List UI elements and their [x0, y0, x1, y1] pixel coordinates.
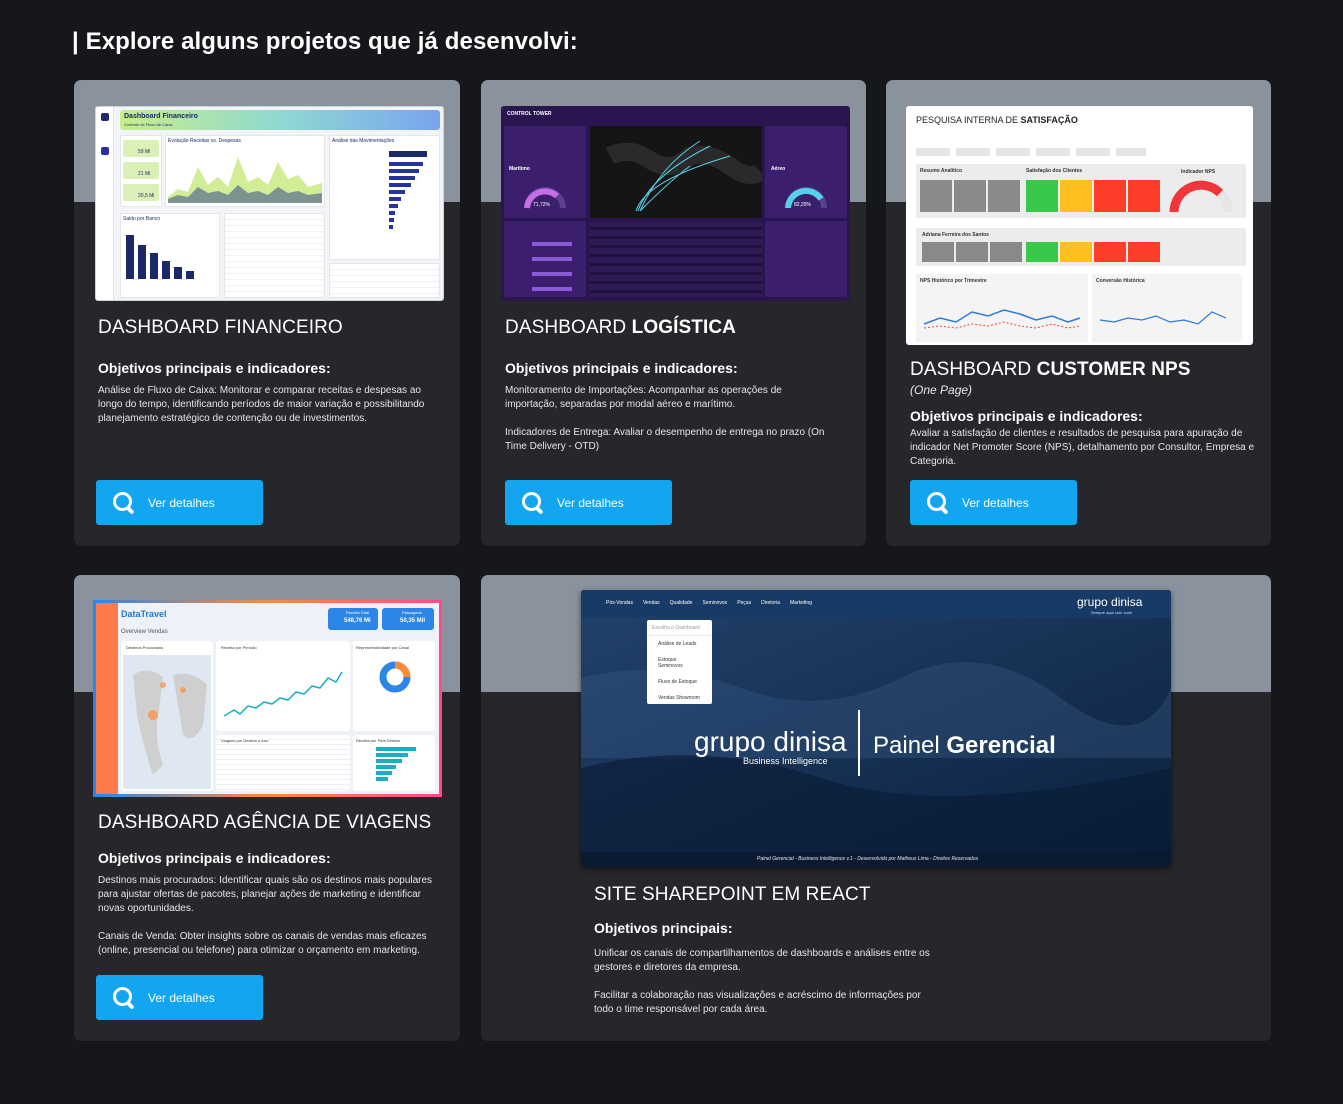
objectives-heading: Objetivos principais: — [594, 920, 733, 936]
project-card-viagens: DataTravel Overview Vendas Receita Total… — [74, 575, 460, 1041]
world-map — [605, 140, 762, 212]
project-title: DASHBOARD AGÊNCIA DE VIAGENS — [98, 812, 432, 833]
project-description: Avaliar a satisfação de clientes e resul… — [910, 428, 1255, 467]
menu-item-vendas-showroom[interactable]: Vendas Showroom — [647, 690, 712, 706]
project-description: Análise de Fluxo de Caixa: Monitorar e c… — [98, 385, 425, 424]
project-description: Destinos mais procurados: Identificar qu… — [98, 875, 433, 914]
nav-qualidade[interactable]: Qualidade — [670, 600, 693, 606]
project-card-logistica: CONTROL TOWER Marítimo 71,72% Aéreo 82,2… — [481, 80, 866, 546]
objectives-heading: Objetivos principais e indicadores: — [98, 360, 331, 376]
menu-item-fluxo-estoque[interactable]: Fluxo de Estoque — [647, 674, 712, 690]
nav-diretoria[interactable]: Diretoria — [761, 600, 780, 606]
nav-pecas[interactable]: Peças — [737, 600, 751, 606]
menu-item-analise-leads[interactable]: Análise de Leads — [647, 636, 712, 652]
sharepoint-logo: grupo dinisa — [1077, 595, 1143, 609]
ver-detalhes-button[interactable]: Ver detalhes — [96, 480, 263, 525]
viagens-screenshot: DataTravel Overview Vendas Receita Total… — [93, 600, 442, 797]
ver-detalhes-button[interactable]: Ver detalhes — [505, 480, 672, 525]
objectives-heading: Objetivos principais e indicadores: — [505, 360, 738, 376]
project-title: DASHBOARD CUSTOMER NPS — [910, 359, 1191, 380]
project-description-2: Canais de Venda: Obter insights sobre os… — [98, 931, 427, 956]
map — [123, 655, 211, 789]
objectives-heading: Objetivos principais e indicadores: — [98, 850, 331, 866]
project-card-nps: PESQUISA INTERNA DE SATISFAÇÃO Resumo An… — [886, 80, 1271, 546]
logistica-screenshot: CONTROL TOWER Marítimo 71,72% Aéreo 82,2… — [501, 106, 850, 301]
hero-logo: grupo dinisa — [694, 726, 847, 757]
sharepoint-nav: Pós-Vendas Vendas Qualidade Seminovos Pe… — [606, 600, 812, 606]
nps-screenshot: PESQUISA INTERNA DE SATISFAÇÃO Resumo An… — [906, 106, 1253, 345]
nav-seminovos[interactable]: Seminovos — [702, 600, 727, 606]
project-title: DASHBOARD LOGÍSTICA — [505, 317, 736, 338]
nav-marketing[interactable]: Marketing — [790, 600, 812, 606]
project-subtitle: (One Page) — [910, 383, 973, 397]
nav-pos-vendas[interactable]: Pós-Vendas — [606, 600, 633, 606]
sharepoint-screenshot: Pós-Vendas Vendas Qualidade Seminovos Pe… — [581, 590, 1171, 867]
ver-detalhes-button[interactable]: Ver detalhes — [96, 975, 263, 1020]
nav-vendas[interactable]: Vendas — [643, 600, 660, 606]
search-icon — [112, 986, 136, 1010]
objectives-heading: Objetivos principais e indicadores: — [910, 408, 1143, 424]
menu-item-estoque-seminovos[interactable]: Estoque Seminovos — [647, 652, 712, 674]
dashboard-dropdown-menu: Escolha o Dashboard Análise de Leads Est… — [647, 620, 712, 704]
project-description-2: Facilitar a colaboração nas visualizaçõe… — [594, 990, 921, 1015]
financeiro-shot-title: Dashboard Financeiro — [124, 113, 198, 120]
project-card-financeiro: Dashboard Financeiro Controle de Fluxo d… — [74, 80, 460, 546]
project-title: SITE SHAREPOINT EM REACT — [594, 884, 871, 905]
project-title: DASHBOARD FINANCEIRO — [98, 317, 343, 338]
search-icon — [926, 491, 950, 515]
search-icon — [112, 491, 136, 515]
search-icon — [521, 491, 545, 515]
project-card-sharepoint: Pós-Vendas Vendas Qualidade Seminovos Pe… — [481, 575, 1271, 1041]
hero-title: Painel Gerencial — [873, 732, 1056, 759]
project-description: Unificar os canais de compartilhamentos … — [594, 948, 930, 973]
ver-detalhes-button[interactable]: Ver detalhes — [910, 480, 1077, 525]
project-description-2: Indicadores de Entrega: Avaliar o desemp… — [505, 427, 825, 452]
page-heading: | Explore alguns projetos que já desenvo… — [72, 28, 578, 55]
financeiro-area-chart — [168, 157, 322, 203]
financeiro-screenshot: Dashboard Financeiro Controle de Fluxo d… — [95, 106, 444, 301]
project-description: Monitoramento de Importações: Acompanhar… — [505, 385, 782, 410]
